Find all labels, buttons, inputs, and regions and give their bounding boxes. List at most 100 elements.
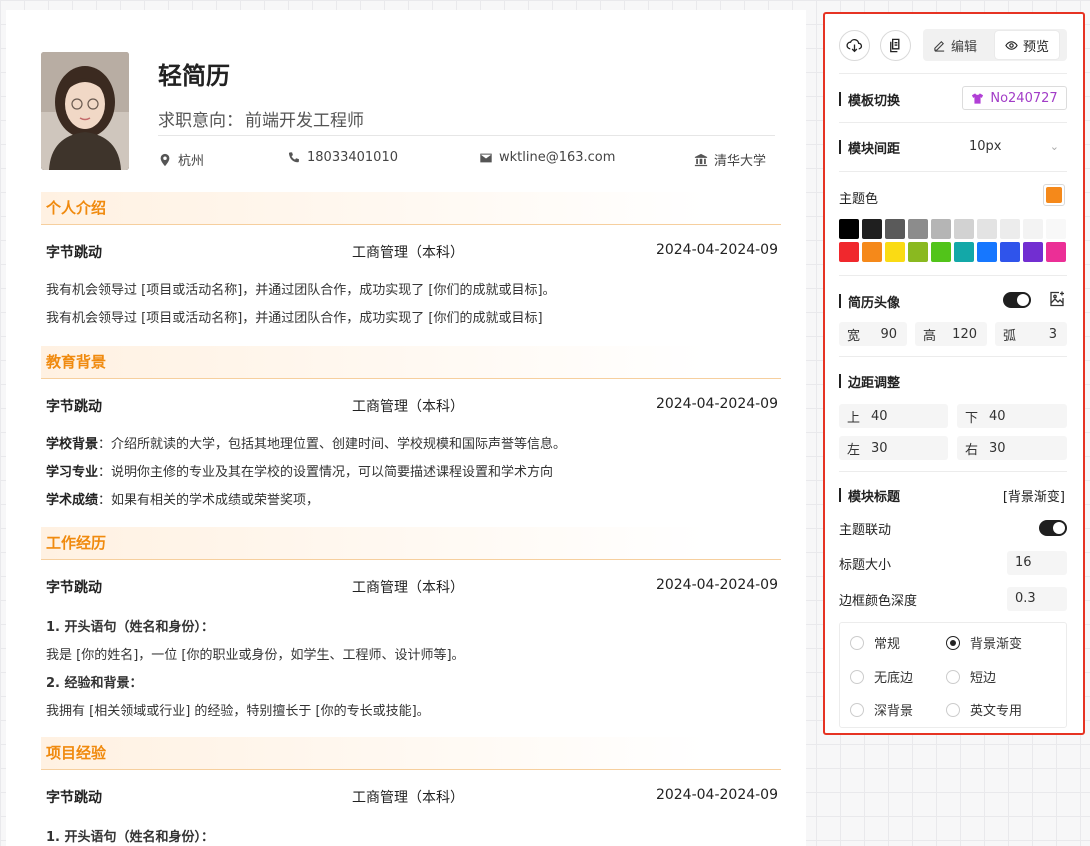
- resume-name: 轻简历: [158, 62, 230, 90]
- color-swatch[interactable]: [908, 242, 928, 262]
- color-swatch[interactable]: [839, 242, 859, 262]
- margin-top-field[interactable]: 上 40: [839, 404, 948, 428]
- phone-text: 18033401010: [307, 150, 398, 165]
- color-swatch[interactable]: [839, 219, 859, 239]
- avatar-toggle[interactable]: [1003, 292, 1031, 308]
- color-swatch[interactable]: [862, 219, 882, 239]
- edu-value: ：介绍所就读的大学，包括其地理位置、创建时间、学校规模和国际声誉等信息。: [98, 437, 567, 452]
- preview-mode-button[interactable]: 预览: [995, 31, 1060, 59]
- school-text: 清华大学: [714, 154, 767, 169]
- avatar-radius-value: 3: [1048, 326, 1057, 342]
- edit-mode-button[interactable]: 编辑: [923, 31, 987, 59]
- color-swatch[interactable]: [862, 242, 882, 262]
- color-swatch[interactable]: [885, 219, 905, 239]
- border-depth-input[interactable]: 0.3: [1007, 587, 1067, 611]
- margin-bottom-key: 下: [965, 410, 979, 426]
- module-title-label: 模块标题: [839, 486, 900, 505]
- color-swatch[interactable]: [1023, 219, 1043, 239]
- org-name: 字节跳动: [46, 245, 102, 261]
- color-swatch[interactable]: [977, 219, 997, 239]
- color-swatch[interactable]: [908, 219, 928, 239]
- date-range: 2024-04-2024-09: [655, 396, 778, 412]
- color-swatch[interactable]: [931, 219, 951, 239]
- major-name: 工商管理（本科）: [352, 245, 464, 261]
- pen-icon: [934, 40, 945, 52]
- title-style-options: 常规 背景渐变 无底边 短边 深背景 英文专用: [839, 622, 1067, 728]
- radio-option[interactable]: 常规: [850, 633, 900, 652]
- avatar-width-field[interactable]: 宽 90: [839, 322, 907, 346]
- margin-right-field[interactable]: 右 30: [957, 436, 1067, 460]
- radio-option[interactable]: 英文专用: [946, 700, 1022, 719]
- margin-bottom-value: 40: [989, 408, 1006, 424]
- theme-color-picker[interactable]: [1043, 184, 1065, 206]
- radio-label: 无底边: [874, 671, 914, 686]
- avatar-height-key: 高: [923, 328, 937, 344]
- avatar[interactable]: [41, 52, 129, 170]
- major-name: 工商管理（本科）: [352, 580, 464, 596]
- color-swatch[interactable]: [1000, 242, 1020, 262]
- radio-option[interactable]: 短边: [946, 667, 996, 686]
- radio-dot: [850, 669, 864, 684]
- section-title: 项目经验: [41, 737, 781, 770]
- theme-link-toggle[interactable]: [1039, 520, 1067, 536]
- title-size-input[interactable]: 16: [1007, 551, 1067, 575]
- color-swatch[interactable]: [885, 242, 905, 262]
- panel-toolbar: 编辑 预览: [839, 29, 1069, 61]
- margin-top-value: 40: [871, 408, 888, 424]
- margin-left-field[interactable]: 左 30: [839, 436, 948, 460]
- radio-label: 深背景: [874, 704, 914, 719]
- edu-line: 学术成绩：如果有相关的学术成绩或荣誉奖项，: [41, 487, 781, 515]
- radio-option[interactable]: 深背景: [850, 700, 913, 719]
- edu-line: 学校背景：介绍所就读的大学，包括其地理位置、创建时间、学校规模和国际声誉等信息。: [41, 431, 781, 459]
- color-swatch[interactable]: [954, 219, 974, 239]
- color-swatch[interactable]: [954, 242, 974, 262]
- location-icon: [160, 153, 170, 166]
- avatar-radius-field[interactable]: 弧3: [995, 322, 1067, 346]
- phone-info: 18033401010: [287, 150, 398, 165]
- email-text: wktline@163.com: [499, 150, 616, 165]
- radio-dot-selected: [946, 635, 960, 650]
- work-line: 2. 经验和背景：: [46, 676, 143, 691]
- theme-color-label: 主题色: [839, 192, 879, 207]
- section-education: 教育背景 字节跳动 工商管理（本科） 2024-04-2024-09 学校背景：…: [41, 346, 781, 515]
- radio-label: 短边: [970, 671, 997, 686]
- palette-row: [839, 242, 1069, 262]
- avatar-width-value: 90: [880, 326, 897, 342]
- edu-line: 学习专业：说明你主修的专业及其在学校的设置情况，可以简要描述课程设置和学术方向: [41, 459, 781, 487]
- avatar-height-field[interactable]: 高 120: [915, 322, 987, 346]
- theme-color-fill: [1046, 187, 1062, 203]
- org-name: 字节跳动: [46, 580, 102, 596]
- email-info: wktline@163.com: [479, 150, 615, 165]
- radio-option[interactable]: 无底边: [850, 667, 913, 686]
- edu-value: ：说明你主修的专业及其在学校的设置情况，可以简要描述课程设置和学术方向: [98, 465, 554, 480]
- major-name: 工商管理（本科）: [352, 790, 464, 806]
- image-upload-icon[interactable]: [1048, 290, 1066, 312]
- edu-key: 学术成绩: [46, 493, 99, 508]
- job-intent-label: 求职意向：: [158, 111, 243, 131]
- color-swatch[interactable]: [1046, 242, 1066, 262]
- radio-label: 英文专用: [970, 704, 1023, 719]
- header-divider: [158, 135, 775, 136]
- section-row: 字节跳动 工商管理（本科） 2024-04-2024-09: [41, 379, 781, 429]
- work-line: 1. 开头语句（姓名和身份）：: [46, 620, 215, 635]
- section-row: 字节跳动 工商管理（本科） 2024-04-2024-09: [41, 560, 781, 610]
- template-switch-button[interactable]: No240727: [962, 86, 1067, 110]
- email-icon: [480, 153, 492, 162]
- spacing-select[interactable]: 10px ⌄: [962, 135, 1067, 159]
- school-info: 清华大学: [694, 150, 766, 169]
- color-swatch[interactable]: [1000, 219, 1020, 239]
- export-pdf-button[interactable]: [880, 30, 911, 61]
- color-swatch[interactable]: [1023, 242, 1043, 262]
- margin-bottom-field[interactable]: 下 40: [957, 404, 1067, 428]
- section-intro: 个人介绍 字节跳动 工商管理（本科） 2024-04-2024-09 我有机会领…: [41, 192, 781, 333]
- download-button[interactable]: [839, 30, 870, 61]
- chevron-down-icon: ⌄: [1049, 140, 1059, 153]
- color-swatch[interactable]: [1046, 219, 1066, 239]
- edu-key: 学习专业: [46, 465, 99, 480]
- radio-option[interactable]: 背景渐变: [946, 633, 1022, 652]
- major-name: 工商管理（本科）: [352, 399, 464, 415]
- color-swatch[interactable]: [931, 242, 951, 262]
- color-swatch[interactable]: [977, 242, 997, 262]
- phone-icon: [288, 151, 299, 162]
- spacing-label: 模块间距: [839, 138, 900, 157]
